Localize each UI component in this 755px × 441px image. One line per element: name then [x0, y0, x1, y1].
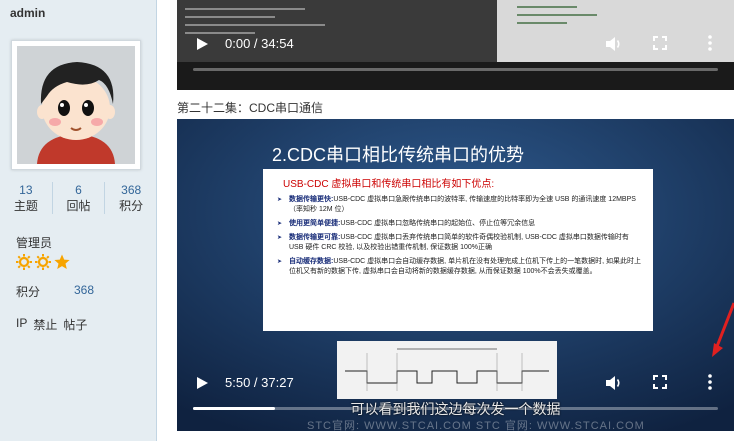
video-caption: 第二十二集：CDC串口通信 [177, 101, 323, 115]
stat-value: 13 [19, 183, 33, 197]
points-label: 积分 [16, 285, 41, 299]
username[interactable]: admin [10, 6, 45, 20]
video-subtitle: 可以看到我们这边每次发一个数据 [350, 401, 561, 417]
slide-subheading: USB-CDC 虚拟串口和传统串口相比有如下优点: [283, 179, 495, 190]
user-stats: 13 主题 6 回帖 368 积分 [0, 182, 157, 214]
rank-stars [16, 254, 70, 270]
page: admin 13 主题 6 回帖 368 积分 管理员 积分 368 IP 禁止… [0, 0, 755, 441]
stat-value: 6 [75, 183, 82, 197]
stat-label: 主题 [13, 199, 38, 213]
volume-icon[interactable] [605, 375, 623, 391]
timing-diagram [337, 341, 557, 399]
fullscreen-icon[interactable] [653, 36, 667, 50]
slide-list: 数据传输更快:USB-CDC 虚拟串口急跟传统串口的波特率, 传输速度的比特率即… [277, 195, 641, 281]
stat-threads[interactable]: 13 主题 [0, 182, 53, 214]
ban-link[interactable]: 禁止 [33, 316, 57, 333]
item-text: USB-CDC 虚拟串口丢弃传统串口简单的软件奇偶校验机制, USB-CDC 虚… [289, 234, 629, 251]
more-options-icon[interactable] [707, 35, 713, 51]
item-text: USB-CDC 虚拟串口急跟传统串口的波特率, 传输速度的比特率即为全速 USB… [289, 196, 636, 213]
list-item: 数据传输更可靠:USB-CDC 虚拟串口丢弃传统串口简单的软件奇偶校验机制, U… [277, 233, 641, 253]
volume-icon[interactable] [605, 36, 623, 52]
points-row: 积分 368 [16, 283, 94, 300]
list-item: 自动缓存数据:USB-CDC 虚拟串口会自动缓存数据, 单片机在没有处理完成上位… [277, 257, 641, 277]
stat-label: 回帖 [66, 199, 91, 213]
item-text: USB-CDC 虚拟串口会自动缓存数据, 单片机在没有处理完成上位机下传上的一笔… [289, 258, 641, 275]
item-text: USB-CDC 虚拟串口忽略传统串口的起始位、停止位等冗余信息 [340, 220, 536, 227]
user-actions: IP 禁止 帖子 [16, 316, 87, 333]
avatar[interactable] [11, 40, 141, 170]
red-arrow-icon [712, 302, 734, 357]
list-item: 数据传输更快:USB-CDC 虚拟串口急跟传统串口的波特率, 传输速度的比特率即… [277, 195, 641, 215]
ip-link[interactable]: IP [16, 316, 27, 333]
points-value[interactable]: 368 [74, 283, 94, 297]
posts-link[interactable]: 帖子 [63, 316, 87, 333]
video-time: 0:00 / 34:54 [225, 36, 294, 51]
video-time: 5:50 / 37:27 [225, 375, 294, 390]
slide-content: USB-CDC 虚拟串口和传统串口相比有如下优点: 数据传输更快:USB-CDC… [263, 169, 653, 331]
cartoon-boy-icon [17, 46, 135, 164]
video-player-1[interactable]: 0:00 / 34:54 [177, 0, 734, 90]
stat-label: 积分 [119, 199, 144, 213]
stat-points[interactable]: 368 积分 [105, 182, 157, 214]
watermark: STC官网: WWW.STCAI.COM STC 官网: WWW.STCAI.C… [307, 420, 645, 431]
fullscreen-icon[interactable] [653, 375, 667, 389]
user-sidebar: admin 13 主题 6 回帖 368 积分 管理员 积分 368 IP 禁止… [0, 0, 157, 441]
item-title: 数据传输更可靠: [289, 234, 341, 241]
play-icon[interactable] [195, 376, 209, 390]
more-options-icon[interactable] [707, 374, 713, 390]
slide-heading: 2.CDC串口相比传统串口的优势 [272, 145, 525, 165]
waveform-diagram [337, 341, 557, 399]
play-icon[interactable] [195, 37, 209, 51]
item-title: 数据传输更快: [289, 196, 334, 203]
sun-icon [35, 254, 51, 270]
avatar-image [17, 46, 135, 164]
list-item: 使用更简单便捷:USB-CDC 虚拟串口忽略传统串口的起始位、停止位等冗余信息 [277, 219, 641, 229]
sun-icon [16, 254, 32, 270]
user-group[interactable]: 管理员 [16, 234, 52, 251]
stat-replies[interactable]: 6 回帖 [53, 182, 106, 214]
stat-value: 368 [121, 183, 142, 197]
star-icon [54, 254, 70, 269]
video-player-2[interactable]: 2.CDC串口相比传统串口的优势 USB-CDC 虚拟串口和传统串口相比有如下优… [177, 119, 734, 431]
item-title: 使用更简单便捷: [289, 220, 341, 227]
progress-bar[interactable] [193, 68, 718, 71]
item-title: 自动缓存数据: [289, 258, 334, 265]
